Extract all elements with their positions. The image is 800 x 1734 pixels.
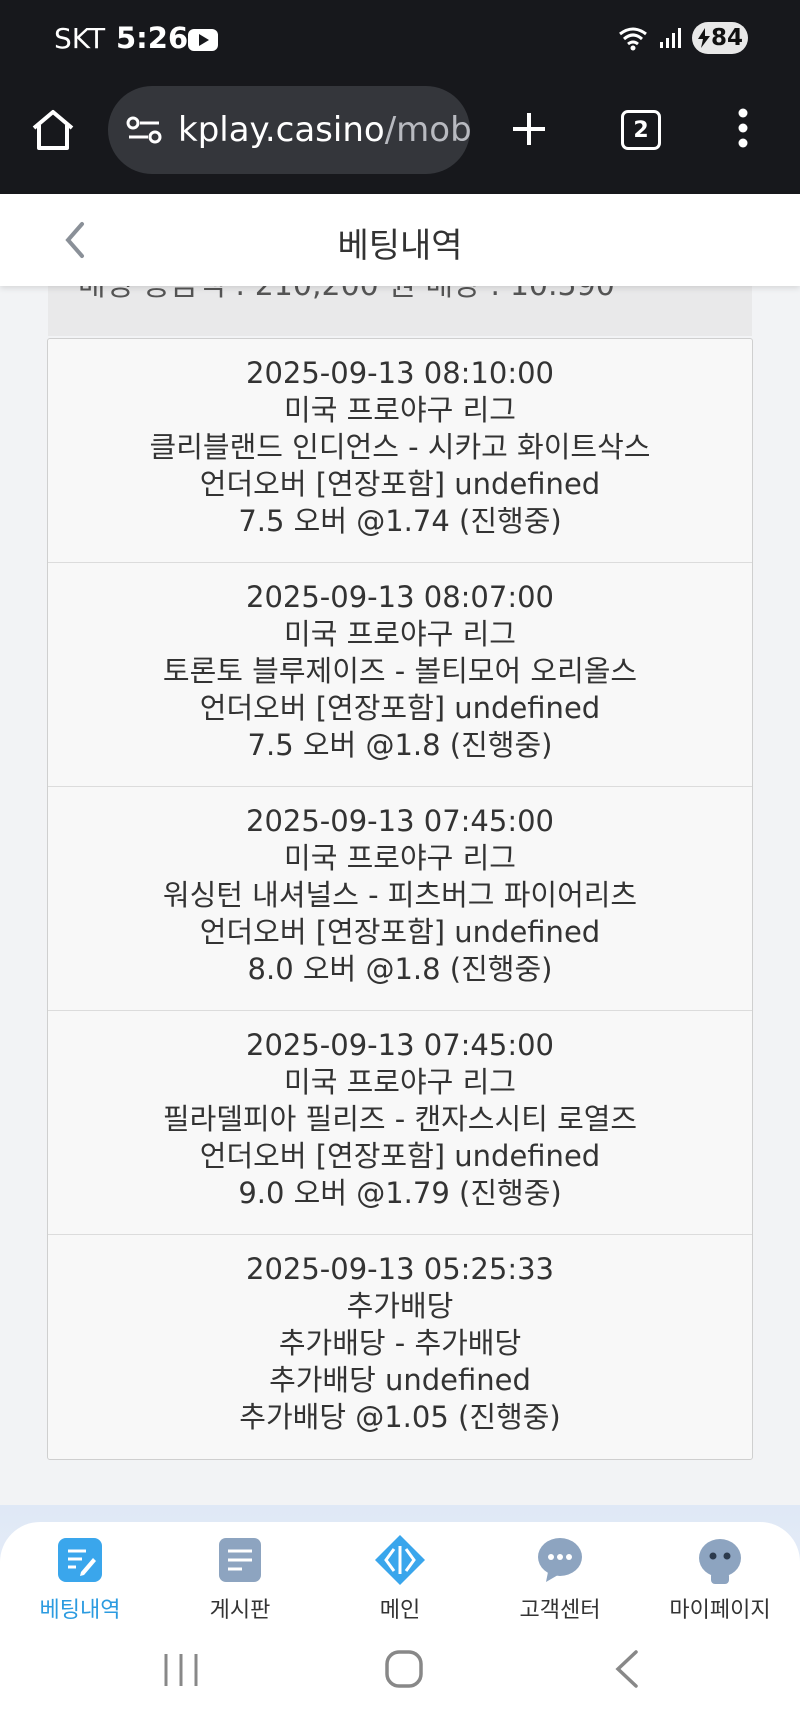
bet-market: 언더오버 [연장포함] undefined [199,467,601,501]
bet-pick: 8.0 오버 @1.8 (진행중) [247,952,553,986]
bet-market: 언더오버 [연장포함] undefined [199,915,601,949]
bet-item: 2025-09-13 07:45:00 미국 프로야구 리그 워싱턴 내셔널스 … [48,787,752,1011]
main-icon [375,1535,425,1585]
bet-item: 2025-09-13 08:10:00 미국 프로야구 리그 클리블랜드 인디언… [48,339,752,563]
chat-icon [538,1538,582,1582]
betting-history-icon [58,1538,102,1582]
nav-item-customer-center[interactable]: 고객센터 [480,1534,640,1624]
bet-pick: 7.5 오버 @1.8 (진행중) [247,728,553,762]
carrier-label: SKT [54,22,106,55]
bottom-nav: 베팅내역 게시판 메인 고객센터 마이페이지 [0,1522,800,1734]
wifi-icon [619,27,647,51]
bet-list: 2025-09-13 08:10:00 미국 프로야구 리그 클리블랜드 인디언… [47,338,753,1460]
clock: 5:26 [116,21,189,55]
nav-item-my-page[interactable]: 마이페이지 [640,1534,800,1624]
system-back-icon[interactable] [612,1648,642,1690]
bet-match: 필라델피아 필리즈 - 캔자스시티 로열즈 [162,1102,638,1136]
bet-pick: 추가배당 @1.05 (진행중) [239,1400,561,1434]
signal-icon [660,28,681,48]
youtube-notification-icon [188,29,218,51]
bet-summary-text: 배팅 총금액 : 210,200 원 배당 : 10.590 [78,286,615,304]
url-text[interactable]: kplay.casino/mob [178,110,470,150]
bet-market: 언더오버 [연장포함] undefined [199,691,601,725]
bet-item: 2025-09-13 07:45:00 미국 프로야구 리그 필라델피아 필리즈… [48,1011,752,1235]
bet-match: 토론토 블루제이즈 - 볼티모어 오리올스 [162,654,638,688]
status-bar: SKT 5:26 84 [0,0,800,82]
bet-match: 워싱턴 내셔널스 - 피츠버그 파이어리츠 [162,878,638,912]
site-settings-icon[interactable] [126,114,162,146]
battery-indicator: 84 [692,22,748,54]
bet-league: 추가배당 [346,1289,454,1323]
battery-level: 84 [710,25,743,51]
bet-league: 미국 프로야구 리그 [284,393,516,427]
bet-pick: 9.0 오버 @1.79 (진행중) [238,1176,562,1210]
address-bar[interactable]: kplay.casino/mob [108,86,470,174]
bet-match: 클리블랜드 인디언스 - 시카고 화이트삭스 [149,430,651,464]
url-path: /mob [384,110,470,150]
bet-datetime: 2025-09-13 05:25:33 [246,1252,554,1286]
page-title: 베팅내역 [337,226,463,266]
bet-league: 미국 프로야구 리그 [284,1065,516,1099]
bet-datetime: 2025-09-13 07:45:00 [246,1028,554,1062]
bet-league: 미국 프로야구 리그 [284,841,516,875]
board-icon [219,1538,261,1582]
tab-switcher-button[interactable]: 2 [621,110,661,150]
home-icon[interactable] [30,108,76,152]
nav-label: 메인 [379,1598,421,1623]
nav-label: 베팅내역 [39,1598,121,1623]
page-header: 베팅내역 [0,194,800,286]
system-navigation-bar [0,1640,800,1720]
recent-apps-icon[interactable] [162,1650,200,1690]
bet-datetime: 2025-09-13 08:10:00 [246,356,554,390]
robot-icon [699,1539,741,1584]
nav-item-main[interactable]: 메인 [320,1534,480,1624]
bet-match: 추가배당 - 추가배당 [278,1326,522,1360]
url-domain: kplay.casino [178,110,385,150]
bet-league: 미국 프로야구 리그 [284,617,516,651]
bet-datetime: 2025-09-13 07:45:00 [246,804,554,838]
nav-item-board[interactable]: 게시판 [160,1534,320,1624]
bet-summary-card: 배팅 총금액 : 210,200 원 배당 : 10.590 [48,286,752,336]
home-button-icon[interactable] [384,1648,424,1690]
bet-market: 추가배당 undefined [269,1363,531,1397]
bet-datetime: 2025-09-13 08:07:00 [246,580,554,614]
bet-market: 언더오버 [연장포함] undefined [199,1139,601,1173]
new-tab-icon[interactable] [510,110,548,148]
nav-label: 게시판 [209,1598,271,1623]
bet-item: 2025-09-13 05:25:33 추가배당 추가배당 - 추가배당 추가배… [48,1235,752,1459]
bet-item: 2025-09-13 08:07:00 미국 프로야구 리그 토론토 블루제이즈… [48,563,752,787]
nav-item-betting-history[interactable]: 베팅내역 [0,1534,160,1624]
more-menu-icon[interactable] [735,108,751,148]
charging-icon [697,28,710,48]
browser-toolbar: kplay.casino/mob 2 [0,82,800,194]
status-indicators: 84 [618,22,748,54]
nav-label: 고객센터 [519,1598,601,1623]
bet-pick: 7.5 오버 @1.74 (진행중) [238,504,562,538]
nav-label: 마이페이지 [669,1598,771,1623]
tab-count: 2 [633,117,649,143]
